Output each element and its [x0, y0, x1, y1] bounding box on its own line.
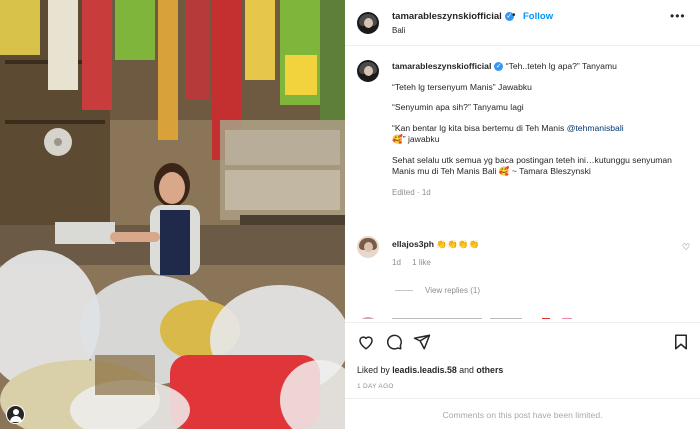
post-timestamp[interactable]: 1 DAY AGO [357, 383, 394, 390]
comments-section[interactable]: tamarableszynskiofficial ✓ “Teh..teteh lg… [345, 46, 700, 319]
post-header: tamarableszynskiofficial ✓ • Follow Bali … [345, 0, 700, 46]
heart-outline-icon[interactable]: ♡ [682, 242, 690, 253]
view-replies-label: View replies (1) [425, 286, 480, 295]
username-text[interactable]: tamarableszynskiofficial [392, 11, 502, 22]
liked-by-label: Liked by [357, 365, 390, 375]
caption-line: “Senyumin apa sih?” Tanyamu lagi [392, 102, 524, 112]
caption-line: “Teteh lg tersenyum Manis” Jawabku [392, 81, 532, 92]
caption-age[interactable]: 1d [422, 188, 431, 197]
liked-by-others-link[interactable]: others [476, 365, 503, 375]
post-photo-image [0, 0, 345, 429]
post-side-panel: tamarableszynskiofficial ✓ • Follow Bali … [345, 0, 700, 429]
avatar[interactable] [357, 236, 379, 258]
likes-summary: Liked by leadis.leadis.58 and others [357, 365, 503, 375]
heart-icon[interactable] [357, 333, 375, 351]
verified-badge-icon: ✓ [494, 62, 504, 72]
caption-line: Sehat selalu utk semua yg baca postingan… [392, 154, 672, 177]
post-actions: Liked by leadis.leadis.58 and others 1 D… [345, 322, 700, 429]
bookmark-icon[interactable] [672, 333, 690, 351]
comment-username[interactable]: ellajos3ph [392, 239, 434, 249]
comment-meta: 1d 1 like [392, 258, 440, 267]
avatar[interactable] [357, 317, 379, 319]
meta-separator: · [416, 187, 420, 197]
comment-text [392, 318, 612, 319]
edited-label: Edited [392, 187, 415, 197]
caption-line: 🥰” jawabku [392, 134, 440, 144]
post-username[interactable]: tamarableszynskiofficial ✓ [392, 11, 514, 22]
divider [395, 290, 413, 291]
location-link[interactable]: Bali [392, 26, 405, 35]
view-replies-button[interactable]: View replies (1) [395, 286, 480, 295]
avatar[interactable] [357, 60, 379, 82]
tagged-user-icon[interactable] [6, 405, 25, 424]
caption-text: tamarableszynskiofficial ✓ “Teh..teteh lg… [392, 61, 692, 198]
follow-button[interactable]: Follow [523, 11, 553, 22]
comment-body: 👏👏👏👏 [436, 239, 480, 249]
follow-separator: • [512, 10, 516, 21]
liked-by-user-link[interactable]: leadis.leadis.58 [392, 365, 457, 375]
caption-line: “Teh..teteh lg apa?” Tanyamu [505, 61, 617, 71]
post-photo[interactable] [0, 0, 345, 429]
caption-username[interactable]: tamarableszynskiofficial [392, 61, 491, 71]
comments-limited-notice: Comments on this post have been limited. [345, 398, 700, 429]
comment-icon[interactable] [385, 333, 403, 351]
caption-meta: Edited · 1d [392, 187, 692, 199]
list-item [357, 317, 617, 319]
more-options-icon[interactable]: ••• [670, 9, 686, 23]
comment-text: ellajos3ph 👏👏👏👏 [392, 239, 479, 250]
comment-likes[interactable]: 1 like [412, 258, 431, 267]
mention-link[interactable]: @tehmanisbali [567, 123, 624, 133]
avatar[interactable] [357, 12, 379, 34]
liked-by-conjunction: and [459, 365, 474, 375]
caption-line: “Kan bentar lg kita bisa bertemu di Teh … [392, 122, 567, 133]
comment-age[interactable]: 1d [392, 258, 401, 267]
share-icon[interactable] [413, 333, 431, 351]
